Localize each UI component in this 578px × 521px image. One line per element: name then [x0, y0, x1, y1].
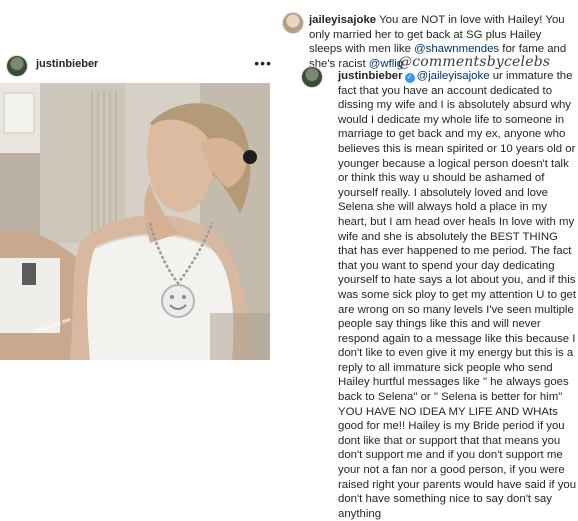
comment-username[interactable]: jaileyisajoke [309, 14, 376, 26]
avatar[interactable] [282, 12, 304, 34]
photo-illustration [0, 83, 270, 360]
comment-text: ur immature the fact that you have an ac… [338, 70, 577, 520]
verified-badge-icon: ✓ [404, 73, 415, 83]
reply-comment: justinbieber ✓ @jaileyisajoke ur immature … [338, 69, 578, 521]
comment-thread: jaileyisajoke You are NOT in love with H… [278, 0, 578, 520]
avatar[interactable] [301, 66, 323, 88]
post-header: justinbieber ••• [6, 55, 276, 77]
instagram-post: justinbieber ••• That's my tee [0, 0, 283, 422]
avatar[interactable] [6, 55, 28, 77]
mention-link[interactable]: @jaileyisajoke [417, 70, 490, 82]
watermark: @commentsbycelebs [398, 54, 551, 70]
post-username[interactable]: justinbieber [36, 58, 98, 70]
post-photo[interactable] [0, 83, 270, 360]
comment-username[interactable]: justinbieber [338, 70, 403, 82]
more-options-icon[interactable]: ••• [254, 56, 272, 70]
